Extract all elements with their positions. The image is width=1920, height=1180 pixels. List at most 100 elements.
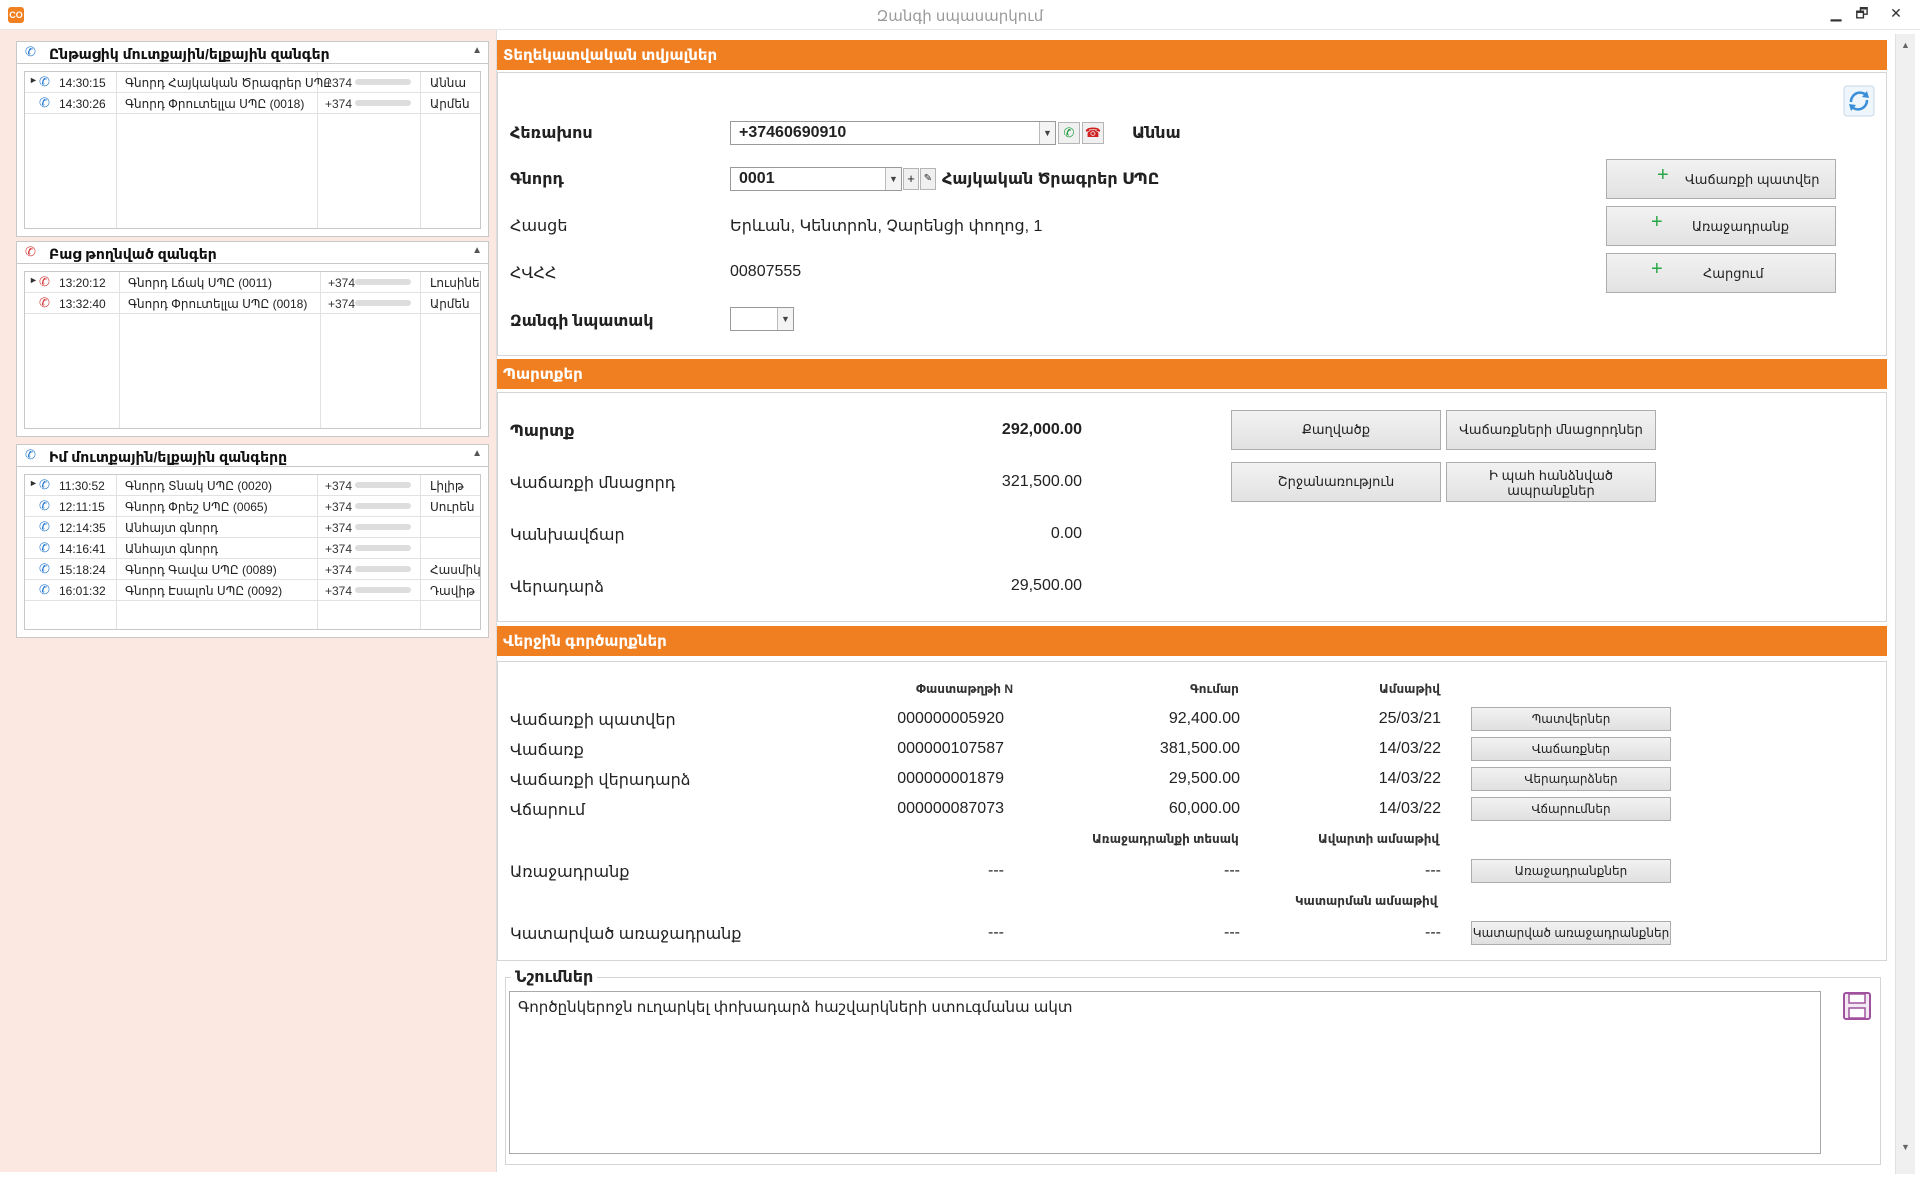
reserved-goods-button[interactable]: Ի պահ հանձնված ապրանքներ [1446,462,1656,502]
debts-section: Պարտք 292,000.00 Վաճառքի մնացորդ 321,500… [497,392,1887,622]
tasks-button[interactable]: Առաջադրանքներ [1471,859,1671,883]
op-amount: 381,500.00 [1159,740,1240,757]
returns-button[interactable]: Վերադարձներ [1471,767,1671,791]
row-pointer-icon: ► [29,75,38,85]
collapse-icon[interactable]: ▲ [472,45,482,56]
call-customer: Անհայտ գնորդ [125,521,219,535]
chevron-down-icon[interactable]: ▼ [1039,122,1055,144]
plus-icon: + [1651,258,1663,280]
col-date: Ամսաթիվ [1379,682,1440,696]
refresh-icon[interactable] [1843,85,1875,117]
call-customer: Անհայտ գնորդ [125,542,219,556]
sales-order-button[interactable]: + Վաճառքի պատվեր [1606,159,1836,199]
table-row[interactable]: ► ✆ 13:20:12 Գնորդ Լճակ ՍՊԸ (0011) +374 … [25,272,480,293]
missed-calls-group: ✆ Բաց թողնված զանգեր ▲ ► ✆ 13:20:12 Գնոր… [16,241,489,437]
notes-textarea[interactable]: Գործընկերոջն ուղարկել փոխադարձ հաշվարկնե… [509,991,1821,1154]
call-time: 14:30:15 [59,76,106,90]
row-pointer-icon: ► [29,275,38,285]
table-row[interactable]: ► ✆ 11:30:52 Գնորդ Տնակ ՍՊԸ (0020) +374 … [25,475,480,496]
task-doc: --- [988,862,1004,879]
restore-button[interactable]: 🗗 [1851,3,1873,25]
customer-name: Հայկական Ծրագրեր ՍՊԸ [942,171,1160,188]
op-date: 14/03/22 [1378,740,1441,757]
outgoing-call-icon: ✆ [39,519,50,534]
table-row[interactable]: ✆ 12:11:15 Գնորդ Փրեշ ՍՊԸ (0065) +374 Սո… [25,496,480,517]
incoming-call-icon: ✆ [39,95,50,110]
orders-button[interactable]: Պատվերներ [1471,707,1671,731]
scroll-down-icon[interactable]: ▼ [1901,1142,1910,1152]
task-label: Առաջադրանք [510,864,630,881]
sales-balances-button[interactable]: Վաճառքների մնացորդներ [1446,410,1656,450]
done-task-date: --- [1425,924,1441,941]
call-answer-button[interactable]: ✆ [1058,122,1080,144]
call-customer: Գնորդ Գավա ՍՊԸ (0089) [125,563,277,577]
incoming-call-icon: ✆ [39,561,50,576]
call-phone: +374 [325,479,353,493]
payments-button[interactable]: Վճարումներ [1471,797,1671,821]
sales-button[interactable]: Վաճառքներ [1471,737,1671,761]
col-task-type: Առաջադրանքի տեսակ [1092,832,1239,846]
call-purpose-label: Զանգի նպատակ [510,313,654,330]
call-agent: Սուրեն [430,500,475,514]
op-doc: 000000087073 [897,800,1004,817]
call-phone: +374 [325,542,353,556]
recent-ops-section: Փաստաթղթի N Գումար Ամսաթիվ Վաճառքի պատվե… [497,661,1887,961]
customer-label: Գնորդ [510,171,564,188]
call-customer: Գնորդ Հայկական Ծրագրեր ՍՊԸ [125,76,333,90]
my-calls-header[interactable]: ✆ Իմ մուտքային/ելքային զանգերը ▲ [17,445,488,467]
vertical-scrollbar[interactable]: ▲ ▼ [1895,34,1915,1174]
notes-section: Նշումներ Գործընկերոջն ուղարկել փոխադարձ … [497,965,1887,1165]
query-button[interactable]: + Հարցում [1606,253,1836,293]
sales-balance-value: 321,500.00 [1001,473,1082,490]
collapse-icon[interactable]: ▲ [472,448,482,459]
tin-value: 00807555 [730,263,802,280]
table-row[interactable]: ► ✆ 14:30:15 Գնորդ Հայկական Ծրագրեր ՍՊԸ … [25,72,480,93]
minimize-button[interactable]: ▁ [1825,3,1847,25]
table-row[interactable]: ✆ 14:30:26 Գնորդ Փրուտելլա ՍՊԸ (0018) +3… [25,93,480,114]
address-label: Հասցե [510,218,568,235]
op-label: Վաճառքի պատվեր [510,712,676,729]
call-agent: Լիլիթ [430,479,464,493]
close-button[interactable]: ✕ [1885,3,1907,25]
table-row[interactable]: ✆ 13:32:40 Գնորդ Փրուտելլա ՍՊԸ (0018) +3… [25,293,480,314]
row-pointer-icon: ► [29,478,38,488]
address-value: Երևան, Կենտրոն, Չարենցի փողոց, 1 [730,218,1043,235]
customer-combobox[interactable]: 0001 ▼ [730,167,902,191]
op-date: 25/03/21 [1378,710,1441,727]
task-end-date: --- [1425,862,1441,879]
offer-button[interactable]: + Առաջադրանք [1606,206,1836,246]
my-calls-title: Իմ մուտքային/ելքային զանգերը [49,449,288,465]
recent-ops-section-header: Վերջին գործարքներ [497,626,1887,656]
collapse-icon[interactable]: ▲ [472,245,482,256]
edit-customer-button[interactable]: ✎ [920,168,936,190]
scroll-up-icon[interactable]: ▲ [1901,40,1910,50]
add-customer-button[interactable]: + [903,168,919,190]
table-row[interactable]: ✆ 15:18:24 Գնորդ Գավա ՍՊԸ (0089) +374 Հա… [25,559,480,580]
table-row[interactable]: ✆ 12:14:35 Անհայտ գնորդ +374 [25,517,480,538]
incoming-call-icon: ✆ [39,498,50,513]
turnover-button[interactable]: Շրջանառություն [1231,462,1441,502]
recent-calls-list: ► ✆ 14:30:15 Գնորդ Հայկական Ծրագրեր ՍՊԸ … [24,71,481,229]
op-date: 14/03/22 [1378,770,1441,787]
call-hangup-button[interactable]: ☎ [1082,122,1104,144]
missed-calls-header[interactable]: ✆ Բաց թողնված զանգեր ▲ [17,242,488,264]
table-row[interactable]: ✆ 14:16:41 Անհայտ գնորդ +374 [25,538,480,559]
completed-tasks-button[interactable]: Կատարված առաջադրանքներ [1471,921,1671,945]
op-date: 14/03/22 [1378,800,1441,817]
missed-call-icon: ✆ [39,274,50,289]
call-purpose-combobox[interactable]: ▼ [730,307,794,331]
missed-call-icon: ✆ [39,295,50,310]
statement-button[interactable]: Քաղվածք [1231,410,1441,450]
save-icon[interactable] [1842,991,1872,1021]
chevron-down-icon[interactable]: ▼ [777,308,793,330]
recent-calls-header[interactable]: ✆ Ընթացիկ մուտքային/ելքային զանգեր ▲ [17,42,488,64]
table-row[interactable]: ✆ 16:01:32 Գնորդ Էսալոն ՍՊԸ (0092) +374 … [25,580,480,601]
phone-combobox[interactable]: +37460690910 ▼ [730,121,1056,145]
recent-calls-group: ✆ Ընթացիկ մուտքային/ելքային զանգեր ▲ ► ✆… [16,41,489,237]
call-time: 13:20:12 [59,276,106,290]
call-customer: Գնորդ Փրուտելլա ՍՊԸ (0018) [125,97,305,111]
call-time: 12:14:35 [59,521,106,535]
call-agent: Աննա [430,76,467,90]
chevron-down-icon[interactable]: ▼ [885,168,901,190]
masked-number [355,566,411,572]
